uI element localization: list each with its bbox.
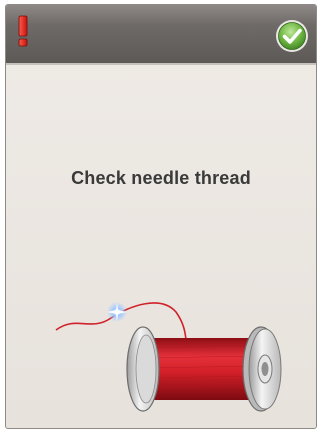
alert-dialog: Check needle thread bbox=[5, 4, 317, 429]
alert-message: Check needle thread bbox=[71, 168, 251, 188]
sparkle-icon bbox=[107, 302, 127, 322]
ok-button[interactable] bbox=[275, 19, 309, 53]
exclamation-icon bbox=[18, 15, 28, 47]
dialog-title-bar bbox=[6, 5, 316, 65]
screen: Check needle thread bbox=[0, 0, 322, 433]
thread-spool-icon bbox=[55, 302, 282, 412]
